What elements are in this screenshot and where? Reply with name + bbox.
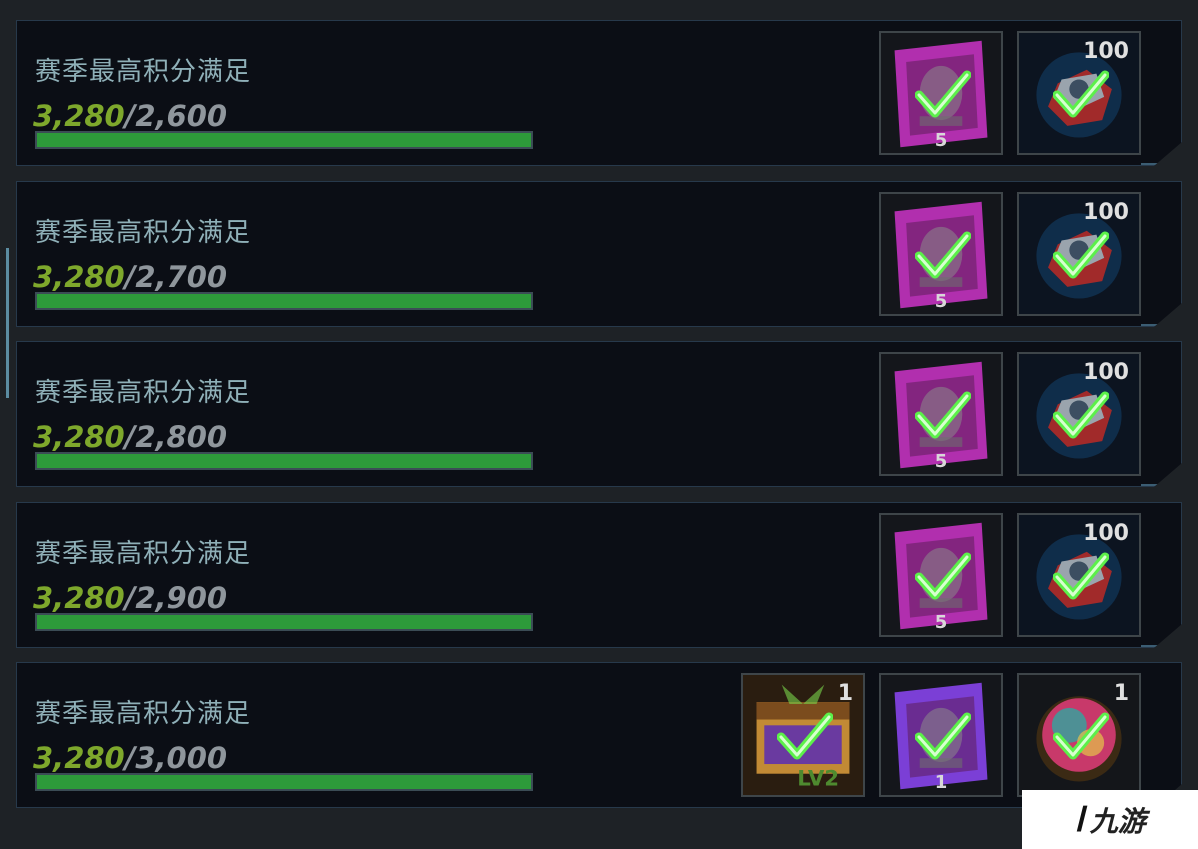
reward-row: 赛季最高积分满足 3,280/2,700 5 100: [16, 181, 1182, 327]
score-progress-text: 3,280/2,800: [33, 420, 227, 454]
current-score: 3,280: [33, 420, 125, 454]
reward-quantity: 100: [1083, 360, 1129, 385]
score-progress-text: 3,280/2,700: [33, 260, 227, 294]
requirement-label: 赛季最高积分满足: [35, 218, 252, 248]
progress-bar-fill: [37, 775, 531, 789]
scrollbar-thumb[interactable]: [6, 248, 9, 398]
target-score: /2,600: [124, 99, 228, 133]
reward-row: 赛季最高积分满足 3,280/3,000 LV2 1 1 1: [16, 662, 1182, 808]
reward-slot[interactable]: 100: [1017, 513, 1141, 637]
score-progress-text: 3,280/3,000: [33, 741, 227, 775]
target-score: /2,900: [124, 581, 228, 615]
reward-slot[interactable]: 5: [879, 352, 1003, 476]
requirement-label: 赛季最高积分满足: [35, 378, 252, 408]
requirement-label: 赛季最高积分满足: [35, 57, 252, 87]
watermark-mark-icon: ߊ: [1074, 799, 1084, 840]
score-progress-text: 3,280/2,600: [33, 99, 227, 133]
current-score: 3,280: [33, 99, 125, 133]
watermark-text: 九游: [1089, 804, 1146, 838]
reward-slot[interactable]: 5: [879, 31, 1003, 155]
current-score: 3,280: [33, 581, 125, 615]
progress-bar-fill: [37, 615, 531, 629]
progress-bar: [35, 613, 533, 631]
progress-bar: [35, 773, 533, 791]
reward-quantity: 5: [934, 291, 948, 312]
reward-slot[interactable]: 5: [879, 192, 1003, 316]
progress-bar: [35, 452, 533, 470]
reward-slot[interactable]: LV2 1: [741, 673, 865, 797]
watermark-logo: ߊ 九游: [1022, 790, 1198, 849]
reward-row: 赛季最高积分满足 3,280/2,900 5 100: [16, 502, 1182, 648]
reward-slot[interactable]: 100: [1017, 192, 1141, 316]
reward-slot[interactable]: 5: [879, 513, 1003, 637]
reward-quantity: 5: [934, 451, 948, 472]
reward-quantity: 1: [1113, 681, 1129, 706]
current-score: 3,280: [33, 741, 125, 775]
requirement-label: 赛季最高积分满足: [35, 699, 252, 729]
reward-quantity: 5: [934, 130, 948, 151]
target-score: /2,700: [124, 260, 228, 294]
reward-slot[interactable]: 1: [879, 673, 1003, 797]
reward-quantity: 100: [1083, 39, 1129, 64]
progress-bar: [35, 292, 533, 310]
current-score: 3,280: [33, 260, 125, 294]
score-progress-text: 3,280/2,900: [33, 581, 227, 615]
reward-quantity: 1: [934, 772, 948, 793]
reward-slot[interactable]: 100: [1017, 352, 1141, 476]
reward-quantity: 1: [837, 681, 853, 706]
reward-list-panel: 赛季最高积分满足 3,280/2,600 5 100 赛季最高积分满足 3,28…: [0, 0, 1198, 849]
progress-bar-fill: [37, 454, 531, 468]
target-score: /3,000: [124, 741, 228, 775]
progress-bar-fill: [37, 294, 531, 308]
svg-text:LV2: LV2: [797, 766, 839, 791]
reward-row: 赛季最高积分满足 3,280/2,800 5 100: [16, 341, 1182, 487]
reward-row: 赛季最高积分满足 3,280/2,600 5 100: [16, 20, 1182, 166]
requirement-label: 赛季最高积分满足: [35, 539, 252, 569]
progress-bar: [35, 131, 533, 149]
reward-quantity: 100: [1083, 200, 1129, 225]
reward-quantity: 100: [1083, 521, 1129, 546]
reward-quantity: 5: [934, 612, 948, 633]
reward-slot[interactable]: 1: [1017, 673, 1141, 797]
reward-slot[interactable]: 100: [1017, 31, 1141, 155]
progress-bar-fill: [37, 133, 531, 147]
target-score: /2,800: [124, 420, 228, 454]
